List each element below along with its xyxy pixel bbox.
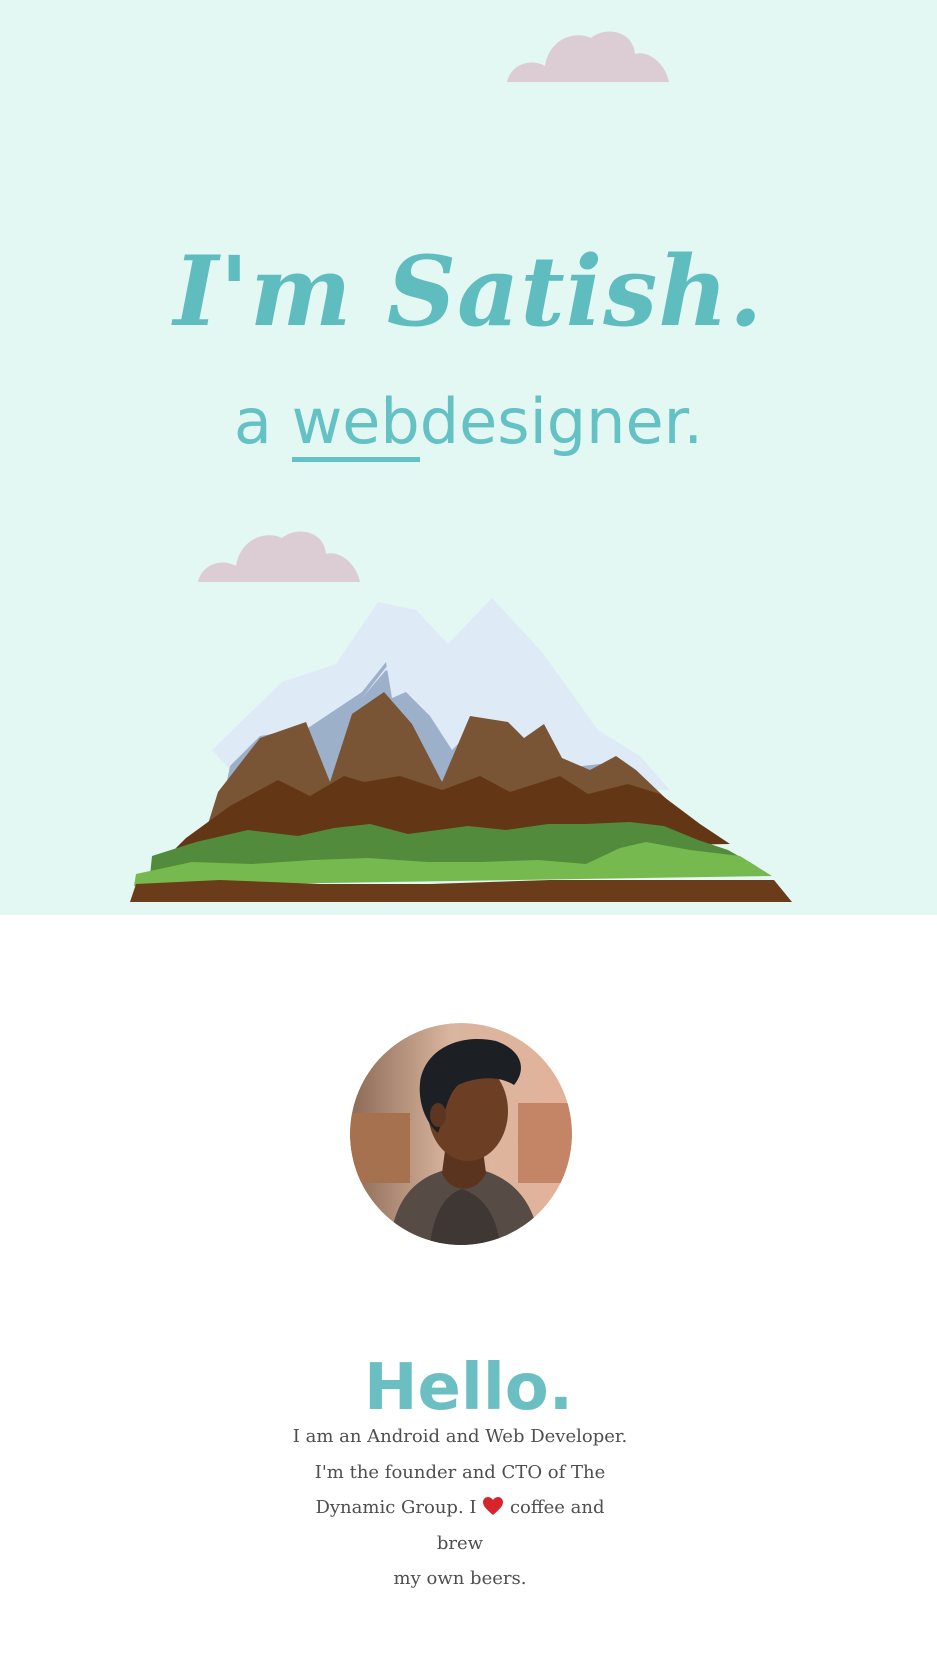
hello-heading: Hello. (363, 1351, 574, 1426)
subtitle-suffix: designer. (419, 385, 704, 458)
bio-text: I am an Android and Web Developer. I'm t… (290, 1419, 630, 1597)
heart-icon (483, 1497, 504, 1515)
hero-subtitle: a web designer. (0, 380, 937, 464)
hero-section: I'm Satish. a web designer. (0, 0, 937, 915)
subtitle-highlight: web (291, 387, 420, 462)
bio-text-part: Dynamic Group. I (315, 1497, 483, 1518)
bio-line: I'm the founder and CTO of The (314, 1461, 606, 1483)
soil-base (130, 880, 792, 902)
cloud-icon (507, 31, 669, 82)
bio-line: Dynamic Group. I coffee and brew (290, 1490, 630, 1561)
profile-avatar (350, 1023, 572, 1245)
bio-line: I am an Android and Web Developer. (292, 1426, 628, 1447)
about-section: Hello. I am an Android and Web Developer… (0, 915, 937, 1666)
cloud-icon (198, 531, 360, 582)
subtitle-prefix: a (233, 385, 292, 458)
mountain-illustration (130, 598, 792, 902)
hero-title: I'm Satish. (173, 235, 764, 349)
bio-line: my own beers. (393, 1568, 527, 1589)
